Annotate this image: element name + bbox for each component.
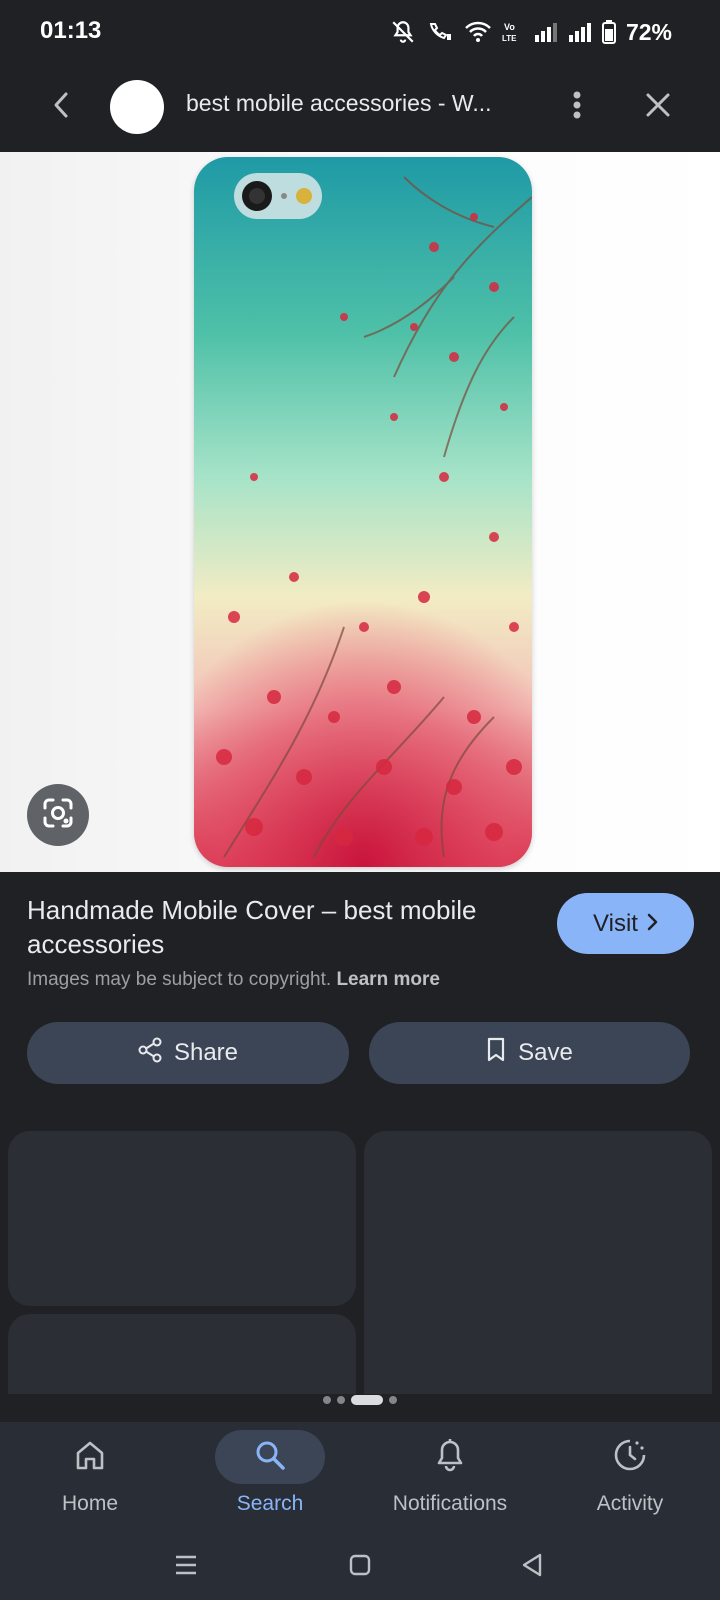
home-button-icon [349,1554,371,1581]
more-vert-icon [572,90,582,125]
result-title[interactable]: Handmade Mobile Cover – best mobile acce… [27,893,537,961]
nav-search-pill [215,1430,325,1484]
svg-text:Vo: Vo [504,22,515,32]
close-button[interactable] [637,86,679,128]
page-dot [323,1396,331,1404]
battery-level: 72% [625,18,672,45]
nav-activity-pill [575,1430,685,1484]
related-image-placeholder[interactable] [8,1314,356,1394]
result-image[interactable] [0,152,720,872]
result-info: Handmade Mobile Cover – best mobile acce… [0,872,720,1420]
copyright-text: Images may be subject to copyright. [27,969,332,990]
google-lens-button[interactable] [27,784,89,846]
bell-icon [436,1438,464,1477]
nav-search-label: Search [236,1492,304,1515]
status-bar: 01:13 Vo LTE 72% [0,0,720,62]
top-bar: best mobile accessories - W... [0,62,720,152]
status-icons: Vo LTE 72% [390,17,672,47]
back-button[interactable] [40,86,82,128]
system-home-button[interactable] [340,1547,380,1587]
nav-home[interactable]: Home [0,1422,180,1534]
signal-icon [568,21,592,43]
visit-label: Visit [593,909,638,937]
wifi-call-icon [426,19,454,45]
share-icon [138,1037,162,1070]
svg-text:LTE: LTE [502,34,517,43]
bottom-nav: Home Search Notifications Activity [0,1422,720,1534]
wifi-icon [464,20,492,44]
save-button[interactable]: Save [369,1022,690,1084]
nav-notifications[interactable]: Notifications [360,1422,540,1534]
related-image-placeholder[interactable] [364,1131,712,1394]
close-icon [645,92,671,123]
save-label: Save [518,1039,573,1066]
search-icon [254,1439,286,1476]
share-label: Share [173,1039,239,1066]
copyright-notice: Images may be subject to copyright. Lear… [27,969,440,991]
more-options-button[interactable] [556,86,598,128]
nav-notifications-label: Notifications [392,1492,508,1515]
system-nav-bar [0,1534,720,1600]
recents-icon [174,1554,198,1581]
chevron-right-icon [646,910,658,938]
back-arrow-icon [50,90,72,125]
google-lens-icon [41,796,75,835]
nav-home-label: Home [61,1492,119,1515]
battery-icon [601,20,616,44]
page-dot [389,1396,397,1404]
bookmark-icon [486,1037,506,1070]
related-image-placeholder[interactable] [8,1131,356,1306]
nav-search[interactable]: Search [180,1422,360,1534]
status-time: 01:13 [40,17,102,44]
volte-icon: Vo LTE [502,20,524,44]
page-dot-active [351,1395,383,1405]
system-back-button[interactable] [512,1547,552,1587]
page-dot [337,1396,345,1404]
share-button[interactable]: Share [27,1022,349,1084]
nav-activity[interactable]: Activity [540,1422,720,1534]
visit-button[interactable]: Visit [557,893,694,954]
nav-activity-label: Activity [596,1492,664,1515]
mute-icon [390,19,416,45]
back-triangle-icon [520,1552,544,1583]
site-favicon[interactable] [110,80,164,134]
home-icon [75,1439,105,1476]
page-indicator [0,1390,720,1410]
signal-icon [534,21,558,43]
learn-more-link[interactable]: Learn more [336,969,439,990]
page-title[interactable]: best mobile accessories - W... [186,90,516,117]
phone-case-image [194,157,532,867]
recents-button[interactable] [166,1547,206,1587]
activity-icon [613,1438,647,1477]
nav-notifications-pill [395,1430,505,1484]
nav-home-pill [35,1430,145,1484]
